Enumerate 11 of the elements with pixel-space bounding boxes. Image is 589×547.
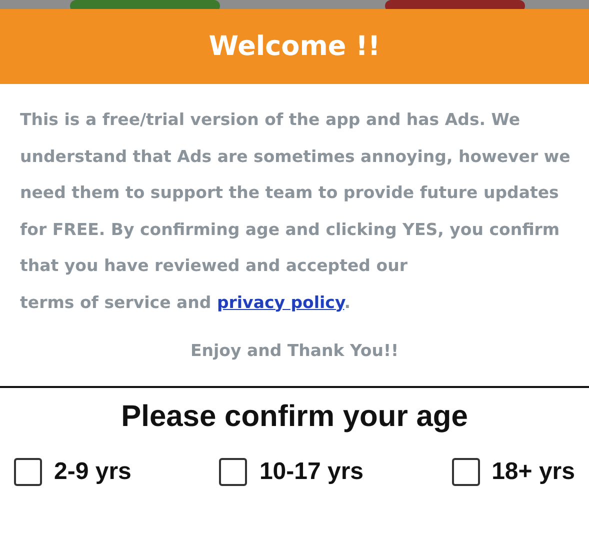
- message-text: This is a free/trial version of the app and has Ads. We understand that Ads are sometimes annoying, however we need them to support the team to provide future updates for FREE. By confirming age and clicking YES, you confirm that you have reviewed and accepted our terms of service and privacy policy.: [19, 109, 572, 314]
- privacy-policy-link[interactable]: privacy policy: [216, 292, 344, 312]
- checkbox[interactable]: [219, 458, 248, 486]
- checkbox[interactable]: [14, 458, 42, 486]
- age-option-label: 10-17 yrs: [259, 458, 364, 486]
- age-option-label: 2-9 yrs: [54, 458, 132, 486]
- dialog-title: Welcome !!: [208, 31, 380, 62]
- thanks-text: Enjoy and Thank You!!: [190, 341, 399, 360]
- age-option-label: 18+ yrs: [492, 458, 575, 486]
- checkbox[interactable]: [452, 458, 480, 486]
- age-prompt: Please confirm your age: [121, 400, 468, 434]
